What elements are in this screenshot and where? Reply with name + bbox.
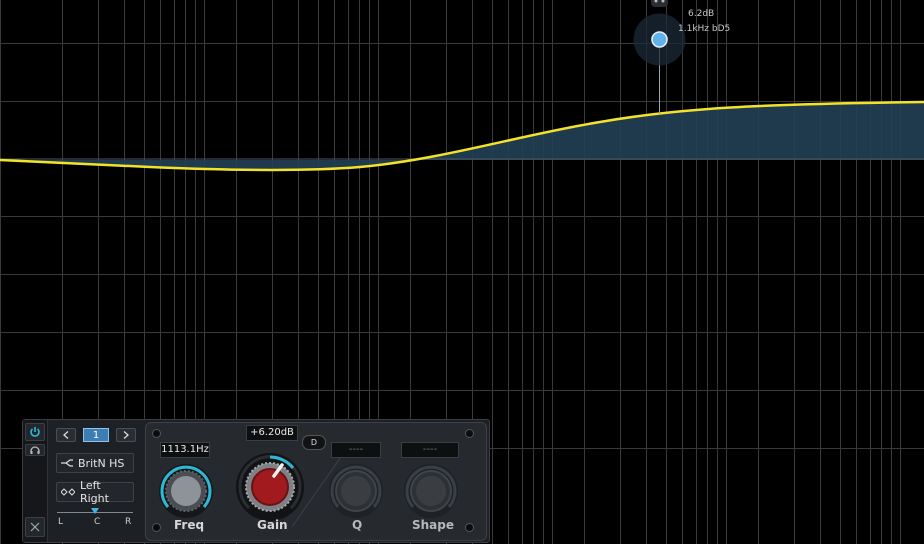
- freq-knob[interactable]: [156, 461, 216, 521]
- gain-d-button[interactable]: D: [302, 435, 326, 450]
- knob-section: 1113.1Hz Freq +6.20dB D Gain ---- Q ----…: [145, 422, 487, 541]
- gain-label: Gain: [257, 518, 288, 532]
- panel-side-strip: [23, 420, 48, 542]
- filter-type-select[interactable]: BritN HS: [56, 453, 134, 473]
- close-icon: [30, 522, 40, 532]
- pan-right-label: R: [125, 517, 132, 527]
- freq-label: Freq: [174, 518, 205, 532]
- close-band-button[interactable]: [25, 517, 45, 537]
- band-control-panel: 1 BritN HS Left Right L C R 1113.1Hz Fre…: [22, 419, 490, 543]
- chevron-left-icon: [63, 431, 69, 439]
- pan-left-label: L: [58, 517, 64, 527]
- q-label: Q: [352, 518, 363, 532]
- power-icon: [30, 427, 40, 437]
- prev-band-button[interactable]: [56, 428, 76, 442]
- screw: [152, 523, 161, 532]
- q-knob[interactable]: [326, 461, 386, 521]
- channel-mode-select[interactable]: Left Right: [56, 479, 134, 505]
- node-tooltip-freq: 1.1kHz bD5: [678, 24, 731, 34]
- shape-value[interactable]: ----: [401, 442, 459, 458]
- chevron-right-icon: [123, 431, 129, 439]
- headphones-icon: [30, 446, 40, 454]
- band-number[interactable]: 1: [83, 428, 109, 442]
- next-band-button[interactable]: [116, 428, 136, 442]
- gain-knob[interactable]: [234, 451, 306, 523]
- channel-mode-label: Left Right: [79, 479, 109, 505]
- eq-curve-fill: [0, 102, 924, 171]
- power-button[interactable]: [25, 423, 45, 441]
- band-settings: 1 BritN HS Left Right L C R: [50, 420, 144, 542]
- stereo-link-icon: [61, 488, 75, 496]
- freq-value[interactable]: 1113.1Hz: [160, 442, 210, 458]
- eq-node-1[interactable]: [651, 31, 668, 48]
- high-shelf-icon: [61, 459, 73, 467]
- shape-label: Shape: [412, 518, 455, 532]
- listen-button[interactable]: [25, 444, 45, 456]
- node-tooltip-gain: 6.2dB: [688, 9, 715, 19]
- screw: [465, 523, 474, 532]
- gain-value[interactable]: +6.20dB: [246, 425, 298, 441]
- screw: [152, 429, 161, 438]
- filter-type-label: BritN HS: [78, 456, 125, 470]
- node-handle-icon[interactable]: [651, 0, 668, 7]
- screw: [465, 429, 474, 438]
- pan-center-label: C: [94, 517, 101, 527]
- pan-slider-handle[interactable]: [91, 508, 99, 514]
- q-value[interactable]: ----: [331, 442, 381, 458]
- shape-knob[interactable]: [401, 461, 461, 521]
